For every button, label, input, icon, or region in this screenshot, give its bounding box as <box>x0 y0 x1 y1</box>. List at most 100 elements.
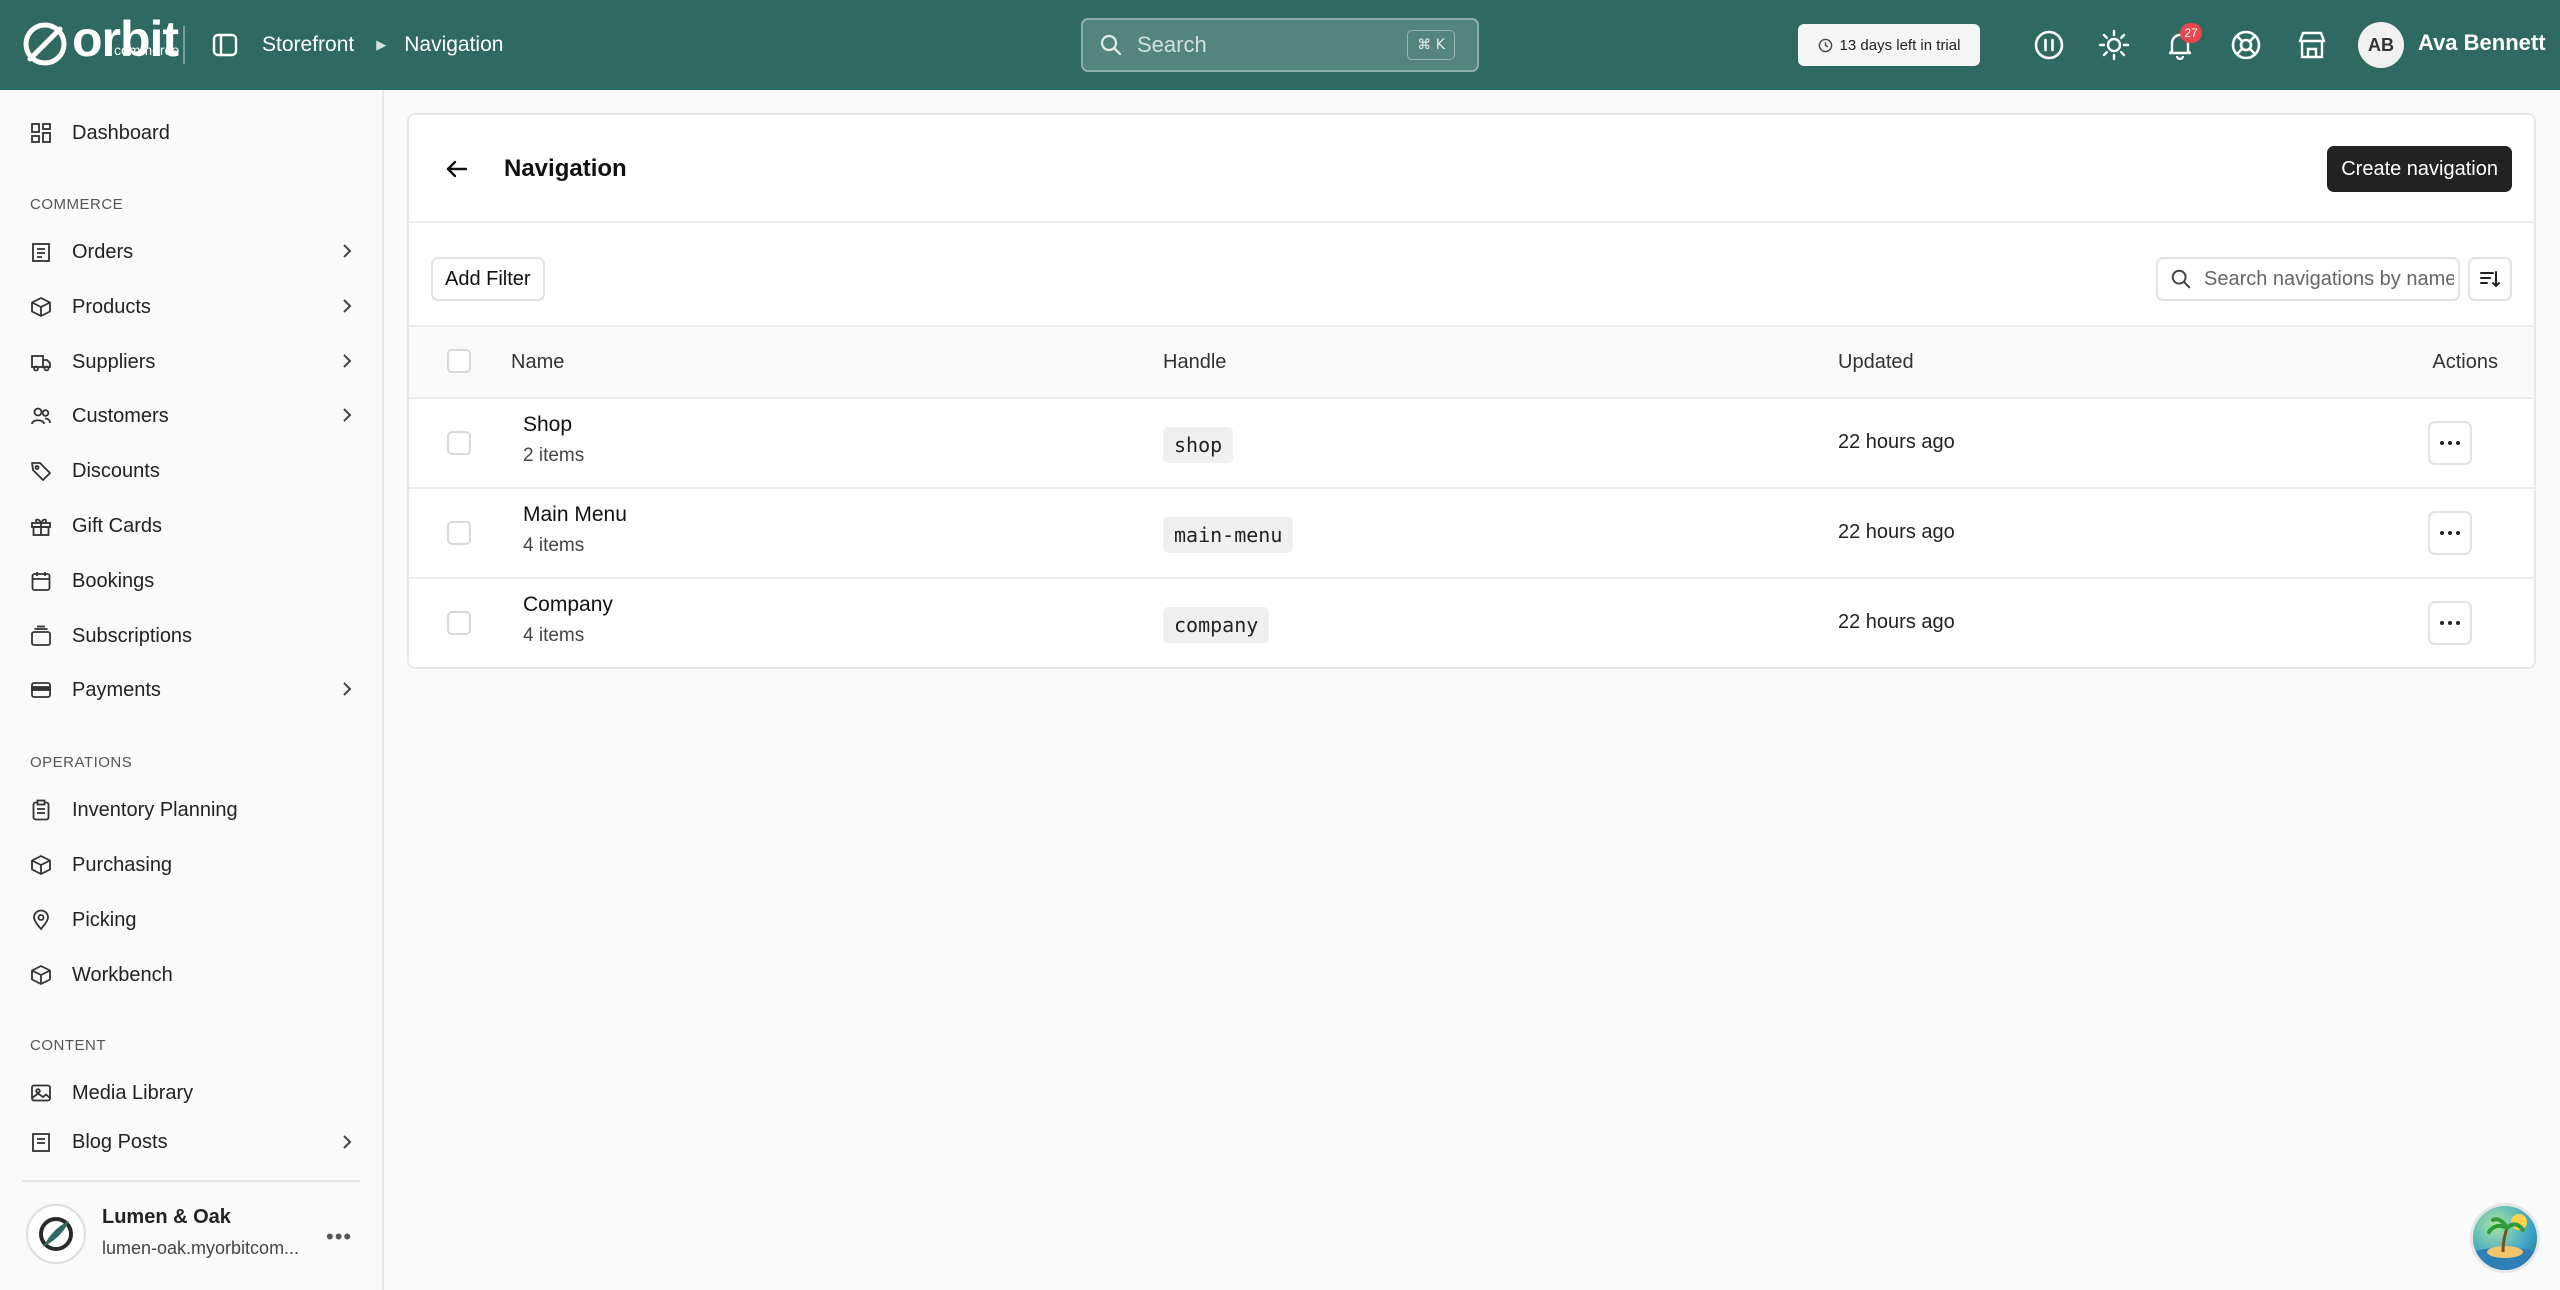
more-horizontal-icon <box>2440 621 2460 625</box>
global-search[interactable]: ⌘ K <box>1081 18 1479 72</box>
sidebar-item-label: Products <box>72 295 151 318</box>
store-switcher[interactable]: Lumen & Oak lumen-oak.myorbitcom... ••• <box>22 1200 362 1272</box>
map-pin-icon <box>28 907 54 933</box>
sidebar-item-subscriptions[interactable]: Subscriptions <box>0 610 384 662</box>
trial-badge[interactable]: 13 days left in trial <box>1798 24 1980 66</box>
avatar[interactable]: AB <box>2358 22 2404 68</box>
blog-icon <box>28 1129 54 1155</box>
sidebar-item-orders[interactable]: Orders <box>0 226 384 278</box>
chevron-right-icon <box>338 1133 356 1157</box>
store-icon <box>2298 31 2326 59</box>
assistant-launcher-button[interactable] <box>2470 1203 2540 1273</box>
sidebar-item-payments[interactable]: Payments <box>0 664 384 716</box>
row-actions-button[interactable] <box>2428 601 2472 645</box>
dashboard-icon <box>28 120 54 146</box>
sidebar-item-label: Orders <box>72 240 134 263</box>
sun-icon <box>2098 29 2130 61</box>
row-checkbox[interactable] <box>447 521 471 545</box>
sidebar-item-label: Discounts <box>72 459 160 482</box>
sort-button[interactable] <box>2468 257 2512 301</box>
sidebar-item-discounts[interactable]: Discounts <box>0 445 384 497</box>
breadcrumb-storefront[interactable]: Storefront <box>262 33 354 57</box>
purchasing-icon <box>28 852 54 878</box>
sidebar-item-label: Media Library <box>72 1081 194 1104</box>
logo-subtext: commerce <box>114 42 180 58</box>
navigation-search[interactable] <box>2156 257 2460 301</box>
row-item-count: 2 items <box>523 445 585 466</box>
sidebar-item-suppliers[interactable]: Suppliers <box>0 336 384 388</box>
section-label-content: CONTENT <box>30 1037 106 1054</box>
row-actions-button[interactable] <box>2428 421 2472 465</box>
user-name[interactable]: Ava Bennett <box>2418 30 2546 56</box>
page-title: Navigation <box>504 155 627 182</box>
table-row[interactable]: Main Menu 4 items main-menu 22 hours ago <box>409 489 2534 579</box>
sidebar-item-purchasing[interactable]: Purchasing <box>0 839 384 891</box>
store-url: lumen-oak.myorbitcom... <box>102 1238 300 1258</box>
more-horizontal-icon[interactable]: ••• <box>326 1224 352 1250</box>
chevron-right-icon <box>338 406 356 430</box>
help-button[interactable] <box>2226 25 2266 65</box>
sidebar-item-gift-cards[interactable]: Gift Cards <box>0 500 384 552</box>
sidebar-item-inventory-planning[interactable]: Inventory Planning <box>0 784 384 836</box>
sidebar-item-media-library[interactable]: Media Library <box>0 1067 384 1119</box>
global-search-input[interactable] <box>1137 32 1387 58</box>
select-all-checkbox[interactable] <box>447 349 471 373</box>
top-bar: orbit commerce Storefront ▶ Navigation ⌘… <box>0 0 2560 90</box>
row-checkbox[interactable] <box>447 431 471 455</box>
sidebar-item-label: Customers <box>72 404 169 427</box>
sidebar-item-picking[interactable]: Picking <box>0 894 384 946</box>
sidebar-item-label: Suppliers <box>72 350 156 373</box>
sidebar-item-label: Gift Cards <box>72 514 163 537</box>
orders-icon <box>28 239 54 265</box>
arrow-left-icon <box>446 160 468 178</box>
navigation-search-input[interactable] <box>2204 267 2454 291</box>
storefront-button[interactable] <box>2292 25 2332 65</box>
row-name[interactable]: Main Menu <box>523 503 627 527</box>
gift-icon <box>28 513 54 539</box>
row-checkbox[interactable] <box>447 611 471 635</box>
sidebar-item-bookings[interactable]: Bookings <box>0 555 384 607</box>
feedback-button[interactable] <box>2029 25 2069 65</box>
column-header-handle[interactable]: Handle <box>1163 351 1226 374</box>
sidebar-item-label: Workbench <box>72 963 173 986</box>
sidebar-item-label: Payments <box>72 678 161 701</box>
sidebar-toggle-button[interactable] <box>210 30 240 60</box>
sidebar-divider <box>22 1180 360 1182</box>
row-name[interactable]: Company <box>523 593 613 617</box>
back-button[interactable] <box>439 151 475 187</box>
trial-text: 13 days left in trial <box>1839 36 1961 54</box>
row-item-count: 4 items <box>523 535 585 556</box>
sidebar-item-blog-posts[interactable]: Blog Posts <box>0 1122 384 1162</box>
theme-toggle-button[interactable] <box>2094 25 2134 65</box>
row-updated: 22 hours ago <box>1838 431 1955 453</box>
sidebar-item-products[interactable]: Products <box>0 281 384 333</box>
store-logo-icon <box>26 1204 86 1264</box>
table-row[interactable]: Company 4 items company 22 hours ago <box>409 579 2534 667</box>
sidebar-item-label: Bookings <box>72 569 155 592</box>
island-icon <box>2473 1214 2537 1270</box>
row-name[interactable]: Shop <box>523 413 572 437</box>
breadcrumb: Storefront ▶ Navigation <box>262 30 503 60</box>
row-actions-button[interactable] <box>2428 511 2472 555</box>
add-filter-button[interactable]: Add Filter <box>431 257 545 301</box>
row-item-count: 4 items <box>523 625 585 646</box>
breadcrumb-navigation[interactable]: Navigation <box>404 33 503 57</box>
subscriptions-icon <box>28 623 54 649</box>
create-navigation-button[interactable]: Create navigation <box>2327 146 2512 192</box>
notifications-badge: 27 <box>2180 23 2202 43</box>
breadcrumb-separator-icon: ▶ <box>376 37 387 52</box>
sidebar-toggle-icon <box>212 33 238 57</box>
sidebar-item-customers[interactable]: Customers <box>0 390 384 442</box>
chevron-right-icon <box>338 680 356 704</box>
table-row[interactable]: Shop 2 items shop 22 hours ago <box>409 399 2534 489</box>
sidebar-item-workbench[interactable]: Workbench <box>0 949 384 1001</box>
column-header-updated[interactable]: Updated <box>1838 351 1914 374</box>
column-header-name[interactable]: Name <box>511 351 564 374</box>
notifications-button[interactable]: 27 <box>2160 23 2202 65</box>
row-handle: main-menu <box>1163 517 1294 553</box>
table-header: Name Handle Updated Actions <box>409 327 2534 399</box>
orbit-logo-icon <box>23 22 67 66</box>
column-header-actions: Actions <box>2432 351 2498 373</box>
sidebar-item-dashboard[interactable]: Dashboard <box>0 107 384 159</box>
sidebar-item-label: Dashboard <box>72 121 170 144</box>
